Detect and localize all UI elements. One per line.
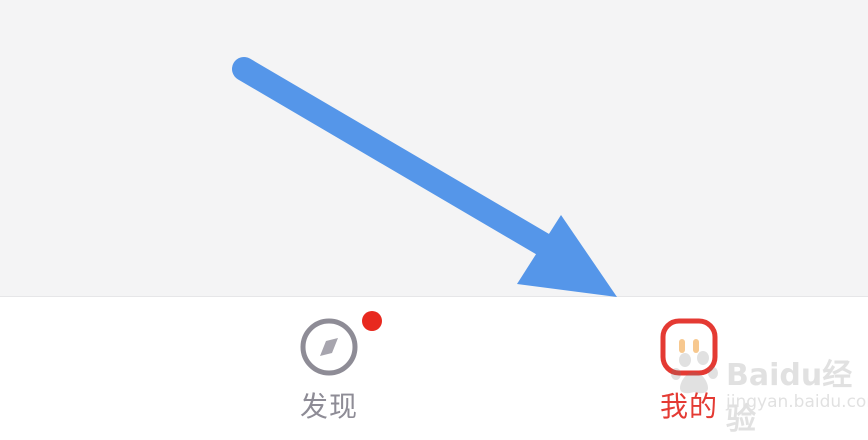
content-area: [0, 0, 868, 296]
notification-badge: [362, 311, 382, 331]
tab-discover-label: 发现: [299, 390, 358, 423]
tab-discover[interactable]: 发现: [229, 297, 429, 440]
watermark-url: jingyan.baidu.com: [726, 392, 868, 412]
paw-logo-icon: [671, 351, 718, 394]
baidu-jingyan-watermark: Baidu经验 jingyan.baidu.com: [668, 340, 868, 437]
compass-icon: [300, 318, 358, 376]
